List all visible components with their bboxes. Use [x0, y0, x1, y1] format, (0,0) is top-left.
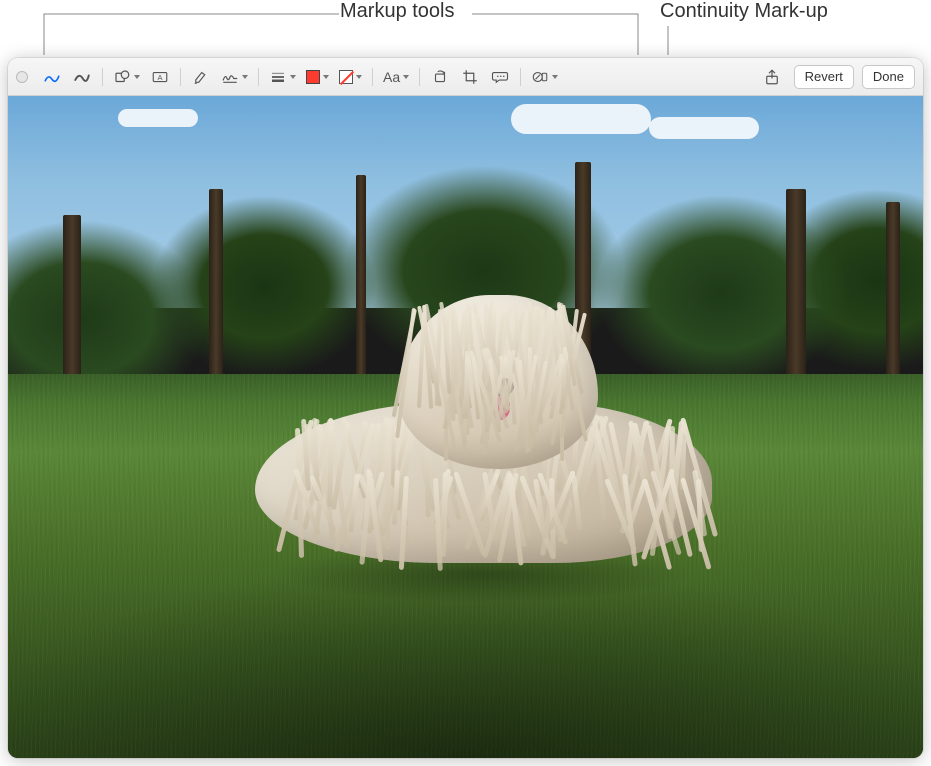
sketch-icon [43, 68, 61, 86]
toolbar-separator [180, 68, 181, 86]
highlight-button[interactable] [187, 64, 215, 90]
toolbar-separator [520, 68, 521, 86]
chevron-down-icon [552, 75, 558, 79]
callout-markup-tools: Markup tools [340, 0, 455, 23]
callout-lines [0, 0, 931, 60]
shapes-icon [113, 68, 131, 86]
image-canvas[interactable] [8, 96, 923, 758]
revert-button[interactable]: Revert [794, 65, 854, 89]
chevron-down-icon [323, 75, 329, 79]
photo-content [8, 96, 923, 758]
toolbar-separator [419, 68, 420, 86]
text-box-icon: A [151, 68, 169, 86]
text-tool-button[interactable]: A [146, 64, 174, 90]
draw-tool-button[interactable] [68, 64, 96, 90]
crop-icon [461, 68, 479, 86]
rotate-icon [431, 68, 449, 86]
chevron-down-icon [356, 75, 362, 79]
signature-icon [221, 68, 239, 86]
text-style-label: Aa [383, 69, 400, 85]
fill-color-none-swatch [339, 70, 353, 84]
chevron-down-icon [134, 75, 140, 79]
photo-subject-dog [246, 295, 722, 586]
toolbar-separator [372, 68, 373, 86]
sign-button[interactable] [217, 64, 252, 90]
callout-continuity-markup: Continuity Mark-up [660, 0, 828, 23]
rotate-button[interactable] [426, 64, 454, 90]
text-style-button[interactable]: Aa [379, 64, 413, 90]
markup-window: A [8, 58, 923, 758]
svg-text:A: A [157, 73, 162, 82]
shapes-button[interactable] [109, 64, 144, 90]
border-color-button[interactable] [302, 64, 333, 90]
done-button[interactable]: Done [862, 65, 915, 89]
callout-layer: Markup tools Continuity Mark-up [0, 0, 931, 50]
annotate-device-icon [531, 68, 549, 86]
markup-toolbar: A [8, 58, 923, 96]
chevron-down-icon [403, 75, 409, 79]
sketch-tool-button[interactable] [38, 64, 66, 90]
share-button[interactable] [758, 64, 786, 90]
toolbar-separator [102, 68, 103, 86]
highlighter-icon [192, 68, 210, 86]
crop-button[interactable] [456, 64, 484, 90]
line-weight-icon [269, 68, 287, 86]
continuity-markup-button[interactable] [527, 64, 562, 90]
border-color-swatch [306, 70, 320, 84]
toolbar-separator [258, 68, 259, 86]
speech-bubble-icon [491, 68, 509, 86]
chevron-down-icon [290, 75, 296, 79]
window-control-dot[interactable] [16, 71, 28, 83]
image-description-button[interactable] [486, 64, 514, 90]
draw-icon [73, 68, 91, 86]
fill-color-button[interactable] [335, 64, 366, 90]
shape-style-button[interactable] [265, 64, 300, 90]
share-icon [763, 68, 781, 86]
chevron-down-icon [242, 75, 248, 79]
